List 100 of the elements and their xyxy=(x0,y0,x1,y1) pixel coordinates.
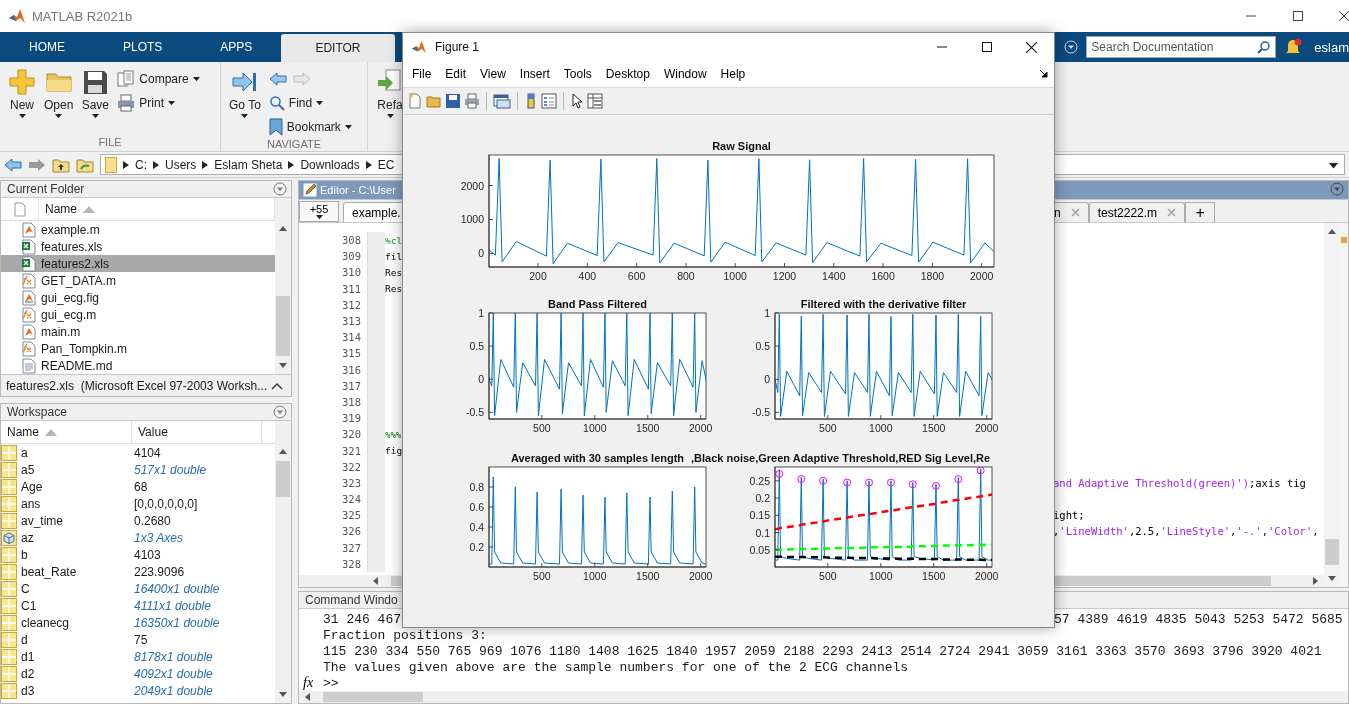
document-tab[interactable]: test2222.m xyxy=(1088,202,1186,222)
variable-row[interactable]: d1 8178x1 double xyxy=(1,648,275,665)
scroll-down-arrow-icon[interactable] xyxy=(278,689,288,699)
menu-item[interactable]: Insert xyxy=(512,63,557,85)
up-folder-icon[interactable] xyxy=(52,156,70,173)
folder-entry[interactable]: GET_DATA.m xyxy=(1,272,275,289)
scrollbar-thumb[interactable] xyxy=(276,461,290,497)
ribbon-button[interactable]: Open xyxy=(42,64,76,136)
variable-row[interactable]: a 4104 xyxy=(1,444,275,461)
legend-icon[interactable] xyxy=(541,93,557,109)
folder-entry[interactable]: README.md xyxy=(1,357,275,374)
pointer-icon[interactable] xyxy=(570,93,584,109)
breadcrumb[interactable]: Users xyxy=(165,157,197,172)
scrollbar-thumb[interactable] xyxy=(1325,539,1339,565)
variable-row[interactable]: ans [0,0,0,0,0,0] xyxy=(1,495,275,512)
variable-row[interactable]: b 4103 xyxy=(1,546,275,563)
menu-item[interactable]: View xyxy=(473,63,513,85)
scroll-left-arrow-icon[interactable] xyxy=(371,576,381,586)
folder-entry[interactable]: main.m xyxy=(1,323,275,340)
save-icon[interactable] xyxy=(445,93,461,109)
breadcrumb[interactable]: Downloads xyxy=(300,157,360,172)
menu-item[interactable]: Window xyxy=(656,63,714,85)
variable-row[interactable]: d 75 xyxy=(1,631,275,648)
ribbon-button[interactable]: Save xyxy=(79,64,112,136)
hidden-tabs-button[interactable]: +55 xyxy=(299,201,339,222)
window-link-icon[interactable] xyxy=(493,93,511,109)
ribbon-button[interactable]: Find xyxy=(266,92,354,114)
printer-icon[interactable] xyxy=(464,93,480,109)
toolstrip-tab[interactable]: EDITOR xyxy=(281,34,395,62)
line-number: 319 xyxy=(341,412,361,425)
scroll-left-arrow-icon[interactable] xyxy=(303,692,313,702)
folder-entry[interactable]: features.xls xyxy=(1,238,275,255)
user-name[interactable]: eslam xyxy=(1314,39,1349,55)
breadcrumb[interactable]: C: xyxy=(135,157,147,172)
ribbon-button[interactable]: Print xyxy=(115,92,202,114)
toolstrip-tab[interactable]: APPS xyxy=(191,32,282,62)
ribbon-button[interactable]: Bookmark xyxy=(266,116,354,138)
scroll-down-arrow-icon[interactable] xyxy=(1327,573,1337,583)
scroll-up-arrow-icon[interactable] xyxy=(278,224,288,234)
variable-row[interactable]: C 16400x1 double xyxy=(1,580,275,597)
new-file-icon[interactable] xyxy=(407,93,423,109)
toolstrip-tab[interactable]: PLOTS xyxy=(94,32,192,62)
toolstrip-tab[interactable]: HOME xyxy=(0,32,94,62)
folder-entry[interactable]: Pan_Tompkin.m xyxy=(1,340,275,357)
breadcrumb[interactable]: EC xyxy=(377,157,395,172)
new-tab-button[interactable]: + xyxy=(1185,202,1216,222)
back-arrow-icon[interactable] xyxy=(268,72,287,86)
variable-row[interactable]: C1 4111x1 double xyxy=(1,597,275,614)
scrollbar[interactable] xyxy=(275,198,291,374)
scroll-right-arrow-icon[interactable] xyxy=(1310,576,1320,586)
scrollbar[interactable] xyxy=(1324,223,1340,587)
forward-arrow-icon[interactable] xyxy=(28,157,46,172)
scrollbar[interactable] xyxy=(275,421,291,703)
dropdown-icon[interactable] xyxy=(273,182,287,196)
folder-entry[interactable]: gui_ecg.fig xyxy=(1,289,275,306)
scrollbar[interactable] xyxy=(299,691,1348,703)
colorbar-icon[interactable] xyxy=(524,93,538,109)
x-tick-label: 1200 xyxy=(772,270,797,282)
folder-entry[interactable]: gui_ecg.m xyxy=(1,306,275,323)
bell-icon[interactable] xyxy=(1284,38,1303,56)
menu-item[interactable]: File xyxy=(405,63,439,85)
dropdown-icon[interactable] xyxy=(273,405,287,419)
close-icon[interactable] xyxy=(1070,208,1080,217)
folder-entry[interactable]: features2.xls xyxy=(1,255,275,272)
scroll-down-arrow-icon[interactable] xyxy=(278,360,288,370)
browse-folder-icon[interactable] xyxy=(76,156,94,173)
variable-row[interactable]: cleanecg 16350x1 double xyxy=(1,614,275,631)
menu-item[interactable]: Tools xyxy=(556,63,599,85)
dropdown-icon[interactable] xyxy=(1330,182,1344,196)
scrollbar-thumb[interactable] xyxy=(276,296,290,356)
menu-item[interactable]: Help xyxy=(713,63,753,85)
function-browser-button[interactable]: fx xyxy=(299,675,323,691)
folder-entry[interactable]: example.m xyxy=(1,221,275,238)
dock-arrow-icon[interactable] xyxy=(1040,70,1048,78)
variable-row[interactable]: az 1x3 Axes xyxy=(1,529,275,546)
column-header[interactable]: Name xyxy=(1,421,132,443)
back-arrow-icon[interactable] xyxy=(4,157,22,172)
ribbon-button[interactable]: Compare xyxy=(115,68,202,90)
column-header[interactable]: Value xyxy=(132,421,262,443)
menu-item[interactable]: Desktop xyxy=(598,63,657,85)
search-field[interactable]: Search Documentation xyxy=(1086,36,1277,58)
close-icon[interactable] xyxy=(1167,208,1177,217)
scroll-up-arrow-icon[interactable] xyxy=(278,447,288,457)
variable-row[interactable]: beat_Rate 223.9096 xyxy=(1,563,275,580)
ribbon-button[interactable]: Go To xyxy=(227,64,263,138)
variable-row[interactable]: d2 4092x1 double xyxy=(1,665,275,682)
property-editor-icon[interactable] xyxy=(587,93,603,109)
breadcrumb[interactable]: Eslam Sheta xyxy=(214,157,283,172)
sort-icon[interactable] xyxy=(45,428,57,436)
menu-item[interactable]: Edit xyxy=(438,63,474,85)
scroll-up-arrow-icon[interactable] xyxy=(1327,227,1337,237)
ribbon-button[interactable]: New xyxy=(6,64,38,136)
search-icon[interactable] xyxy=(1257,40,1272,54)
ribbon-button[interactable]: Refa xyxy=(374,64,406,151)
variable-row[interactable]: av_time 0.2680 xyxy=(1,512,275,529)
variable-row[interactable]: d3 2049x1 double xyxy=(1,682,275,699)
expand-icon[interactable] xyxy=(271,381,283,390)
sort-icon[interactable] xyxy=(83,205,95,213)
variable-row[interactable]: Age 68 xyxy=(1,478,275,495)
variable-row[interactable]: a5 517x1 double xyxy=(1,461,275,478)
